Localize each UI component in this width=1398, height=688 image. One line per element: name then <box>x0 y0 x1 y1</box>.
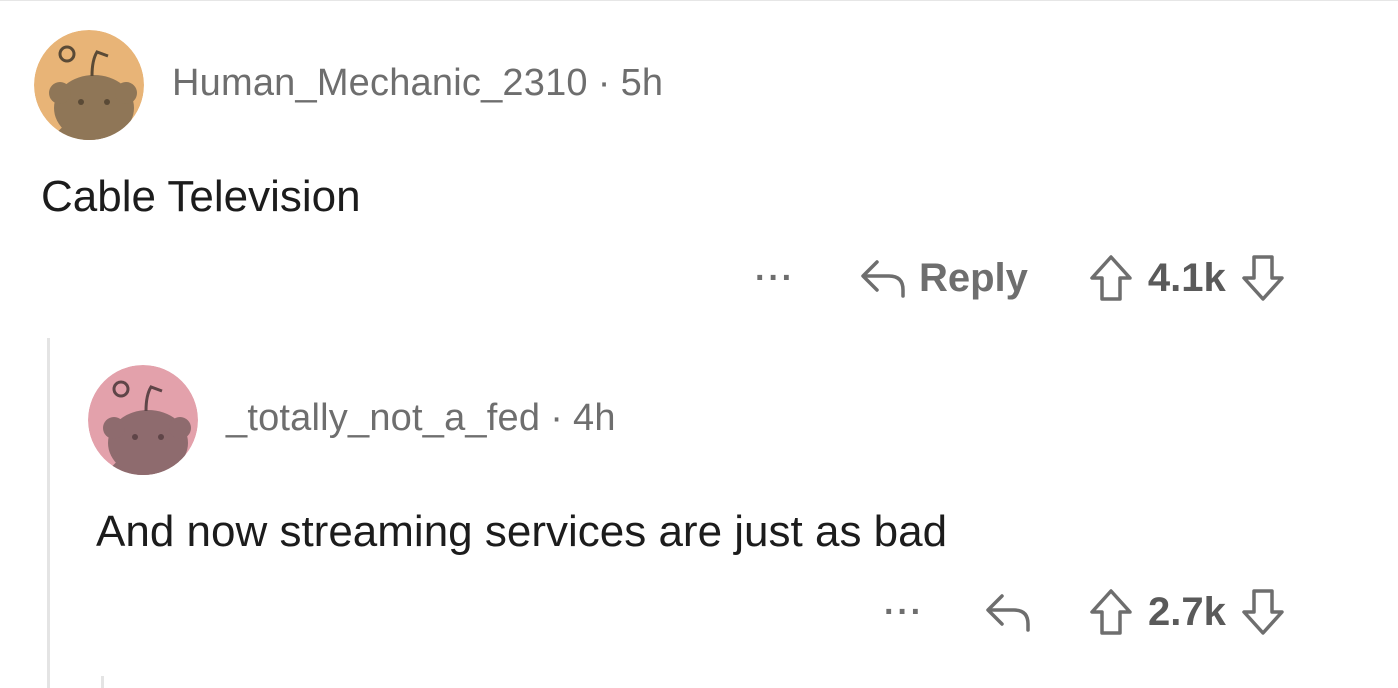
meta-separator: · <box>550 397 564 439</box>
vote-controls: 4.1k <box>1088 254 1286 302</box>
avatar-human-mechanic[interactable] <box>34 30 144 140</box>
reply-arrow-icon <box>861 260 905 298</box>
more-options-icon[interactable]: ··· <box>884 593 924 632</box>
thread-line[interactable] <box>47 338 50 688</box>
vote-count: 2.7k <box>1147 589 1226 634</box>
avatar-totally-not-a-fed[interactable] <box>88 365 198 475</box>
nested-thread-line[interactable] <box>101 676 104 688</box>
reply-button[interactable]: Reply <box>859 256 1028 301</box>
snoo-avatar-icon <box>88 365 198 475</box>
comment-timestamp: 5h <box>620 62 664 104</box>
downvote-arrow-icon[interactable] <box>1240 588 1286 636</box>
meta-separator: · <box>597 62 611 104</box>
comment-body: Cable Television <box>41 172 361 221</box>
top-divider <box>0 0 1398 1</box>
upvote-arrow-icon[interactable] <box>1088 254 1134 302</box>
reply-arrow-icon <box>986 594 1030 632</box>
comment-actions: ··· 2.7k <box>884 582 1286 642</box>
comment-actions: ··· Reply 4.1k <box>755 248 1286 308</box>
comment-meta: _totally_not_a_fed · 4h <box>226 397 616 440</box>
more-options-icon[interactable]: ··· <box>755 259 795 298</box>
vote-count: 4.1k <box>1147 255 1226 300</box>
username-link[interactable]: Human_Mechanic_2310 <box>172 62 588 104</box>
comment-body: And now streaming services are just as b… <box>96 507 948 556</box>
comment-meta: Human_Mechanic_2310 · 5h <box>172 62 663 105</box>
vote-controls: 2.7k <box>1088 588 1286 636</box>
upvote-arrow-icon[interactable] <box>1088 588 1134 636</box>
reply-label: Reply <box>918 255 1028 300</box>
reply-button[interactable] <box>984 590 1034 634</box>
comment-timestamp: 4h <box>573 397 616 439</box>
snoo-avatar-icon <box>34 30 144 140</box>
downvote-arrow-icon[interactable] <box>1240 254 1286 302</box>
username-link[interactable]: _totally_not_a_fed <box>226 397 540 439</box>
